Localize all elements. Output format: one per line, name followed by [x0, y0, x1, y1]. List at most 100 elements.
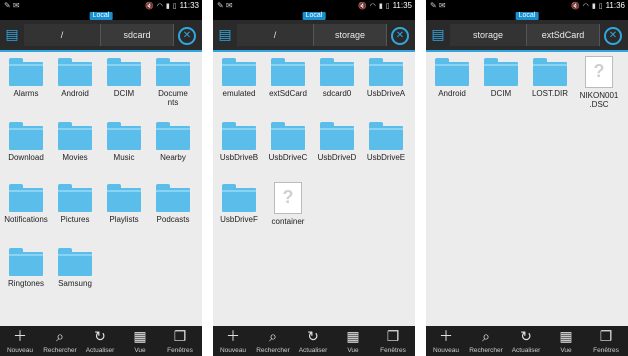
- view-button[interactable]: ▦ Vue: [333, 326, 373, 356]
- folder-item[interactable]: DCIM: [476, 58, 526, 98]
- folder-item[interactable]: Playlists: [99, 184, 149, 224]
- folder-item[interactable]: Android: [427, 58, 477, 98]
- file-panel-1: ✎ ✉ 🔇 ◠ ▮ ▯ 11:33 Local ▤ / sdcard ✕ Ala…: [0, 0, 202, 356]
- close-icon[interactable]: ✕: [178, 27, 196, 45]
- breadcrumb-item[interactable]: sdcard: [101, 24, 174, 46]
- status-icons: 🔇 ◠ ▮ ▯ 11:36: [571, 1, 625, 10]
- new-button[interactable]: ＋ Nouveau: [213, 326, 253, 356]
- folder-item[interactable]: extSdCard: [263, 58, 313, 98]
- file-item[interactable]: ? NIKON001.DSC: [574, 56, 624, 109]
- folder-item[interactable]: Samsung: [50, 248, 100, 288]
- folder-item[interactable]: UsbDriveF: [214, 184, 264, 224]
- storage-tag-bar: Local: [426, 12, 628, 20]
- status-bar: ✎ ✉ 🔇 ◠ ▮ ▯ 11:36: [426, 0, 628, 12]
- item-label: Android: [61, 89, 89, 98]
- folder-icon: [156, 58, 190, 86]
- folder-item[interactable]: emulated: [214, 58, 264, 98]
- toolbar-label: Actualiser: [85, 347, 115, 354]
- unknown-file-icon: ?: [585, 56, 613, 88]
- drive-icon[interactable]: ▤: [217, 26, 233, 42]
- folder-item[interactable]: UsbDriveD: [312, 122, 362, 162]
- item-label: UsbDriveE: [366, 153, 406, 162]
- windows-button[interactable]: ❐ Fenêtres: [373, 326, 413, 356]
- folder-item[interactable]: DCIM: [99, 58, 149, 98]
- folder-item[interactable]: LOST.DIR: [525, 58, 575, 98]
- folder-item[interactable]: sdcard0: [312, 58, 362, 98]
- search-button[interactable]: ⌕ Rechercher: [466, 326, 506, 356]
- new-button[interactable]: ＋ Nouveau: [0, 326, 40, 356]
- status-icons: 🔇 ◠ ▮ ▯ 11:35: [358, 1, 412, 10]
- signal-icon: ▮: [165, 2, 170, 10]
- folder-item[interactable]: UsbDriveB: [214, 122, 264, 162]
- new-button[interactable]: ＋ Nouveau: [426, 326, 466, 356]
- folder-icon: [435, 58, 469, 86]
- item-label: Android: [438, 89, 466, 98]
- clock: 11:36: [605, 1, 625, 10]
- drive-icon[interactable]: ▤: [430, 26, 446, 42]
- view-button[interactable]: ▦ Vue: [120, 326, 160, 356]
- refresh-button[interactable]: ↻ Actualiser: [293, 326, 333, 356]
- close-icon[interactable]: ✕: [604, 27, 622, 45]
- folder-item[interactable]: Podcasts: [148, 184, 198, 224]
- toolbar-label: Fenêtres: [593, 347, 619, 354]
- folder-item[interactable]: Download: [1, 122, 51, 162]
- breadcrumb-item[interactable]: /: [237, 24, 314, 46]
- plus-icon: ＋: [226, 328, 240, 344]
- folder-icon: [58, 184, 92, 212]
- folder-item[interactable]: Notifications: [1, 184, 51, 224]
- folder-item[interactable]: Android: [50, 58, 100, 98]
- toolbar-label: Actualiser: [298, 347, 328, 354]
- status-bar: ✎ ✉ 🔇 ◠ ▮ ▯ 11:35: [213, 0, 415, 12]
- folder-item[interactable]: Nearby: [148, 122, 198, 162]
- storage-tag-bar: Local: [0, 12, 202, 20]
- drive-icon[interactable]: ▤: [4, 26, 20, 42]
- refresh-button[interactable]: ↻ Actualiser: [80, 326, 120, 356]
- folder-icon: [271, 58, 305, 86]
- clock: 11:35: [392, 1, 412, 10]
- item-label: Movies: [62, 153, 88, 162]
- item-label: container: [271, 217, 305, 226]
- folder-item[interactable]: Movies: [50, 122, 100, 162]
- item-label: LOST.DIR: [531, 89, 568, 98]
- breadcrumb-item[interactable]: extSdCard: [527, 24, 600, 46]
- windows-button[interactable]: ❐ Fenêtres: [160, 326, 200, 356]
- search-icon: ⌕: [482, 328, 490, 344]
- view-button[interactable]: ▦ Vue: [546, 326, 586, 356]
- item-label: Playlists: [109, 215, 139, 224]
- refresh-button[interactable]: ↻ Actualiser: [506, 326, 546, 356]
- windows-button[interactable]: ❐ Fenêtres: [586, 326, 626, 356]
- search-button[interactable]: ⌕ Rechercher: [40, 326, 80, 356]
- item-label: sdcard0: [322, 89, 352, 98]
- folder-item[interactable]: Alarms: [1, 58, 51, 98]
- grid-icon: ▦: [559, 328, 573, 344]
- file-panel-3: ✎ ✉ 🔇 ◠ ▮ ▯ 11:36 Local ▤ storage extSdC…: [426, 0, 628, 356]
- plus-icon: ＋: [13, 328, 27, 344]
- storage-tag: Local: [89, 12, 113, 20]
- folder-item[interactable]: Documents: [148, 58, 198, 107]
- status-icons: 🔇 ◠ ▮ ▯ 11:33: [145, 1, 199, 10]
- file-item[interactable]: ? container: [263, 182, 313, 226]
- folder-item[interactable]: Ringtones: [1, 248, 51, 288]
- clock: 11:33: [179, 1, 199, 10]
- breadcrumb-item[interactable]: storage: [314, 24, 387, 46]
- breadcrumb-item[interactable]: storage: [450, 24, 527, 46]
- folder-item[interactable]: UsbDriveC: [263, 122, 313, 162]
- item-label: Samsung: [58, 279, 92, 288]
- battery-icon: ▯: [598, 2, 603, 10]
- bottom-toolbar: ＋ Nouveau ⌕ Rechercher ↻ Actualiser ▦ Vu…: [426, 326, 628, 356]
- folder-item[interactable]: Pictures: [50, 184, 100, 224]
- breadcrumb-item[interactable]: /: [24, 24, 101, 46]
- storage-tag: Local: [515, 12, 539, 20]
- folder-item[interactable]: Music: [99, 122, 149, 162]
- item-label: UsbDriveF: [220, 215, 258, 224]
- item-label: extSdCard: [269, 89, 307, 98]
- item-label: DCIM: [490, 89, 512, 98]
- item-label: UsbDriveD: [317, 153, 357, 162]
- item-label: emulated: [222, 89, 256, 98]
- close-icon[interactable]: ✕: [391, 27, 409, 45]
- item-label: Download: [8, 153, 44, 162]
- toolbar-label: Vue: [134, 347, 146, 354]
- folder-item[interactable]: UsbDriveA: [361, 58, 411, 98]
- search-button[interactable]: ⌕ Rechercher: [253, 326, 293, 356]
- folder-item[interactable]: UsbDriveE: [361, 122, 411, 162]
